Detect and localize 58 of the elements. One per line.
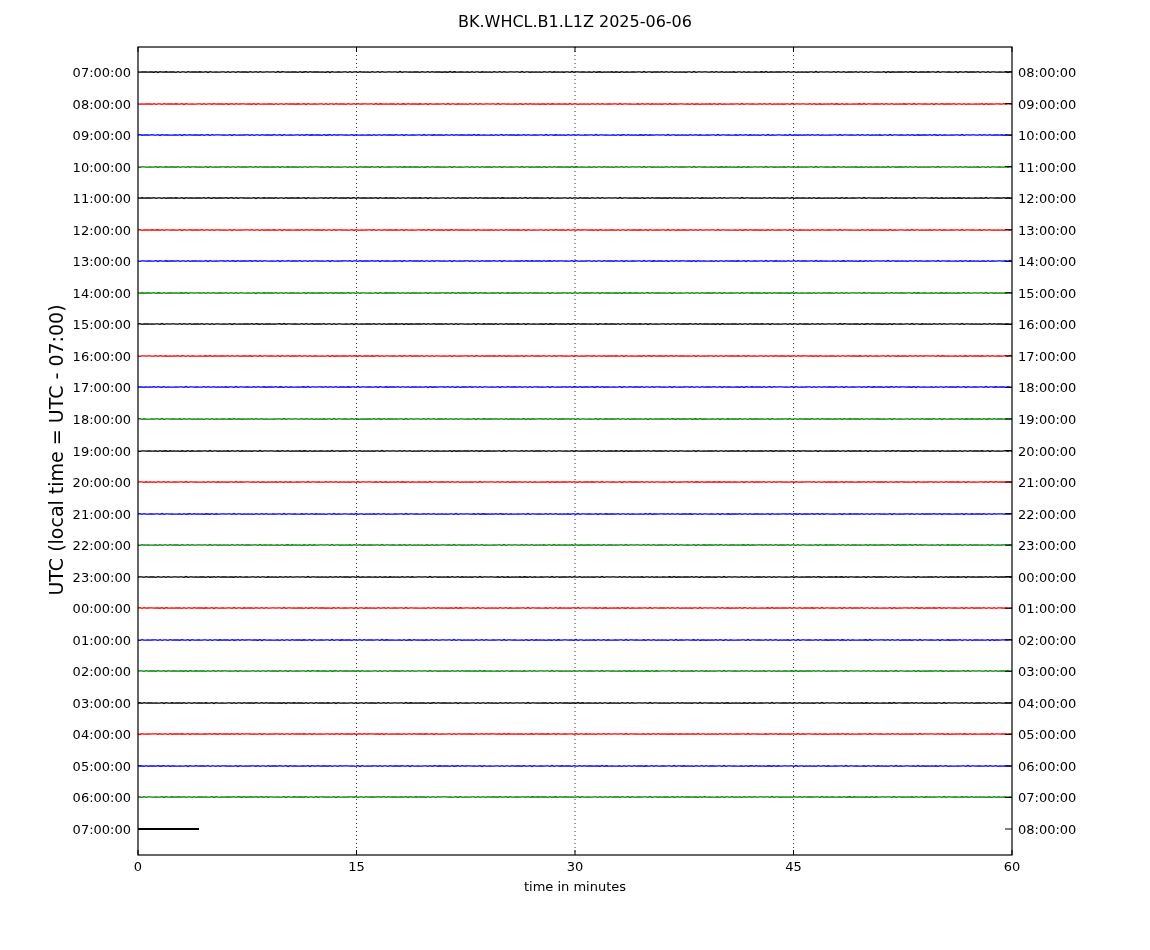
y-tick-label: 21:00:00 bbox=[72, 506, 131, 522]
y-tick-label: 14:00:00 bbox=[72, 285, 131, 301]
y-tick-label: 08:00:00 bbox=[72, 96, 131, 112]
y-tick-label: 21:00:00 bbox=[1018, 475, 1077, 491]
y-tick-label: 06:00:00 bbox=[1018, 758, 1077, 774]
x-tick-label: 60 bbox=[1003, 859, 1021, 874]
y-axis-label: UTC (local time = UTC - 07:00) bbox=[45, 304, 67, 596]
y-tick-label: 01:00:00 bbox=[72, 632, 131, 648]
y-tick-label: 15:00:00 bbox=[1018, 285, 1077, 301]
x-tick-label: 45 bbox=[785, 859, 802, 874]
y-tick-label: 22:00:00 bbox=[72, 538, 131, 554]
y-tick-label: 16:00:00 bbox=[1018, 317, 1077, 333]
x-tick-label: 15 bbox=[348, 859, 365, 874]
y-tick-label: 10:00:00 bbox=[72, 159, 131, 175]
y-tick-label: 14:00:00 bbox=[1018, 254, 1077, 270]
y-tick-label: 04:00:00 bbox=[72, 727, 131, 743]
x-tick-label: 30 bbox=[566, 859, 584, 874]
y-tick-label: 10:00:00 bbox=[1018, 128, 1077, 144]
y-tick-label: 00:00:00 bbox=[1018, 569, 1077, 585]
y-tick-label: 00:00:00 bbox=[72, 601, 131, 617]
x-axis-label: time in minutes bbox=[523, 879, 627, 894]
y-tick-label: 17:00:00 bbox=[72, 380, 131, 396]
y-tick-label: 12:00:00 bbox=[72, 222, 131, 238]
y-tick-label: 08:00:00 bbox=[1018, 65, 1077, 80]
y-tick-label: 01:00:00 bbox=[1018, 601, 1077, 617]
x-tick-label: 0 bbox=[133, 859, 143, 874]
y-tick-label: 15:00:00 bbox=[72, 317, 131, 333]
y-tick-label: 11:00:00 bbox=[1018, 159, 1077, 175]
y-tick-label: 23:00:00 bbox=[72, 569, 131, 585]
y-tick-label: 07:00:00 bbox=[1018, 790, 1077, 806]
y-tick-label: 16:00:00 bbox=[72, 348, 131, 364]
y-tick-label: 04:00:00 bbox=[1018, 695, 1077, 711]
y-tick-label: 19:00:00 bbox=[1018, 411, 1077, 427]
y-tick-label: 02:00:00 bbox=[72, 664, 131, 680]
y-tick-label: 13:00:00 bbox=[1018, 222, 1077, 238]
y-tick-label: 09:00:00 bbox=[72, 128, 131, 144]
y-tick-label: 03:00:00 bbox=[1018, 664, 1077, 680]
y-tick-label: 08:00:00 bbox=[1018, 822, 1077, 837]
y-tick-label: 18:00:00 bbox=[72, 411, 131, 427]
y-tick-label: 11:00:00 bbox=[72, 191, 131, 207]
y-tick-label: 22:00:00 bbox=[1018, 506, 1077, 522]
y-tick-label: 07:00:00 bbox=[72, 822, 131, 837]
y-tick-label: 02:00:00 bbox=[1018, 632, 1077, 648]
chart-title: BK.WHCL.B1.L1Z 2025-06-06 bbox=[458, 12, 692, 31]
y-tick-label: 07:00:00 bbox=[72, 65, 131, 80]
y-tick-label: 03:00:00 bbox=[72, 695, 131, 711]
y-tick-label: 09:00:00 bbox=[1018, 96, 1077, 112]
y-tick-label: 05:00:00 bbox=[1018, 727, 1077, 743]
y-tick-label: 12:00:00 bbox=[1018, 191, 1077, 207]
y-tick-label: 20:00:00 bbox=[1018, 443, 1077, 459]
y-tick-label: 06:00:00 bbox=[72, 790, 131, 806]
y-tick-label: 23:00:00 bbox=[1018, 538, 1077, 554]
y-tick-label: 20:00:00 bbox=[72, 475, 131, 491]
y-tick-label: 18:00:00 bbox=[1018, 380, 1077, 396]
y-tick-label: 17:00:00 bbox=[1018, 348, 1077, 364]
y-tick-label: 19:00:00 bbox=[72, 443, 131, 459]
y-tick-label: 13:00:00 bbox=[72, 254, 131, 270]
y-tick-label: 05:00:00 bbox=[72, 758, 131, 774]
